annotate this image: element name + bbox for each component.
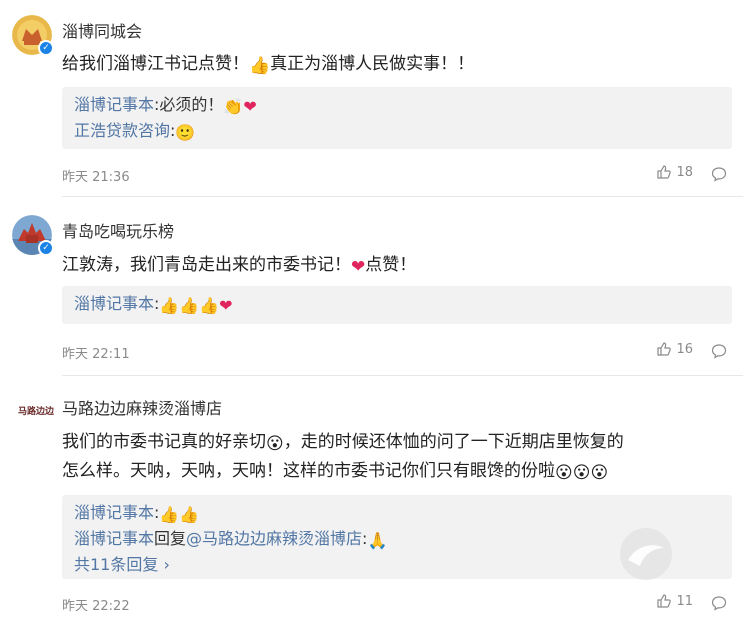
comment-text: 江敦涛，我们青岛走出来的市委书记！❤点赞！	[62, 252, 732, 281]
verified-badge-icon: ✓	[38, 240, 54, 256]
heart-emoji-icon: ❤	[219, 296, 233, 315]
comment-username[interactable]: 马路边边麻辣烫淄博店	[62, 395, 222, 419]
reply-author-link[interactable]: 淄博记事本	[74, 294, 154, 313]
reply-author-link[interactable]: 正浩贷款咨询	[74, 121, 170, 140]
reply-preview-box[interactable]: 淄博记事本:👍👍👍❤	[62, 286, 732, 324]
surprised-emoji-icon: 😮	[266, 434, 284, 454]
like-button[interactable]: 16	[656, 341, 693, 357]
comment-text: 我们的市委书记真的好亲切😮，走的时候还体恤的问了一下近期店里恢复的 怎么样。天呐…	[62, 429, 732, 487]
svg-text:马路边边: 马路边边	[18, 405, 55, 417]
like-count: 18	[676, 164, 693, 180]
reply-button[interactable]	[711, 343, 727, 363]
smile-emoji-icon: 🙂	[175, 123, 196, 142]
avatar[interactable]: 马路边边	[14, 390, 58, 430]
reply-item: 淄博记事本:👍👍👍❤	[74, 292, 720, 318]
heart-emoji-icon: ❤	[351, 257, 366, 277]
thumbs-up-emoji-icon: 👍	[249, 56, 271, 76]
comment-bubble-icon	[711, 167, 727, 182]
avatar-logo-image: 马路边边	[14, 390, 58, 430]
comment-timestamp: 昨天 22:22	[62, 599, 130, 614]
thumbs-up-emoji-icon: 👍👍	[159, 505, 200, 524]
clapping-emoji-icon: 👏	[223, 97, 244, 116]
comment-bubble-icon	[711, 596, 727, 611]
comment-item: 马路边边 马路边边麻辣烫淄博店 我们的市委书记真的好亲切😮，走的时候还体恤的问了…	[0, 376, 743, 619]
reply-author-link[interactable]: 淄博记事本	[74, 95, 154, 114]
chevron-right-icon: ›	[158, 555, 170, 574]
comment-bubble-icon	[711, 344, 727, 359]
comment-timestamp: 昨天 21:36	[62, 170, 130, 185]
thumbs-up-icon	[657, 165, 672, 179]
like-count: 11	[676, 593, 693, 609]
comment-item: ✓ 淄博同城会 给我们淄博江书记点赞！👍真正为淄博人民做实事！！ 淄博记事本:必…	[0, 0, 743, 197]
reply-preview-box[interactable]: 淄博记事本:必须的！👏❤ 正浩贷款咨询:🙂	[62, 87, 732, 149]
like-count: 16	[676, 341, 693, 357]
reply-item: 淄博记事本:必须的！👏❤	[74, 93, 720, 119]
bow-emoji-icon: 🙏	[367, 531, 388, 550]
heart-emoji-icon: ❤	[243, 97, 257, 116]
thumbs-up-icon	[657, 342, 672, 356]
comment-timestamp: 昨天 22:11	[62, 347, 130, 362]
like-button[interactable]: 11	[656, 593, 693, 609]
verified-badge-icon: ✓	[38, 40, 54, 56]
reply-item: 淄博记事本:👍👍	[74, 501, 720, 527]
reply-button[interactable]	[711, 166, 727, 186]
reply-author-link[interactable]: 淄博记事本	[74, 529, 154, 548]
comment-item: ✓ 青岛吃喝玩乐榜 江敦涛，我们青岛走出来的市委书记！❤点赞！ 淄博记事本:👍👍…	[0, 197, 743, 376]
comment-username[interactable]: 青岛吃喝玩乐榜	[62, 218, 174, 242]
reply-button[interactable]	[711, 595, 727, 615]
reply-author-link[interactable]: 淄博记事本	[74, 503, 154, 522]
thumbs-up-emoji-icon: 👍👍👍	[159, 296, 220, 315]
thumbs-up-icon	[657, 594, 672, 608]
like-button[interactable]: 18	[656, 164, 693, 180]
surprised-emoji-icon: 😮😮😮	[555, 463, 609, 483]
comment-username[interactable]: 淄博同城会	[62, 18, 142, 42]
watermark-logo-icon	[620, 528, 672, 580]
mention-link[interactable]: @马路边边麻辣烫淄博店	[186, 529, 362, 548]
comment-text: 给我们淄博江书记点赞！👍真正为淄博人民做实事！！	[62, 51, 732, 80]
reply-item: 正浩贷款咨询:🙂	[74, 119, 720, 145]
